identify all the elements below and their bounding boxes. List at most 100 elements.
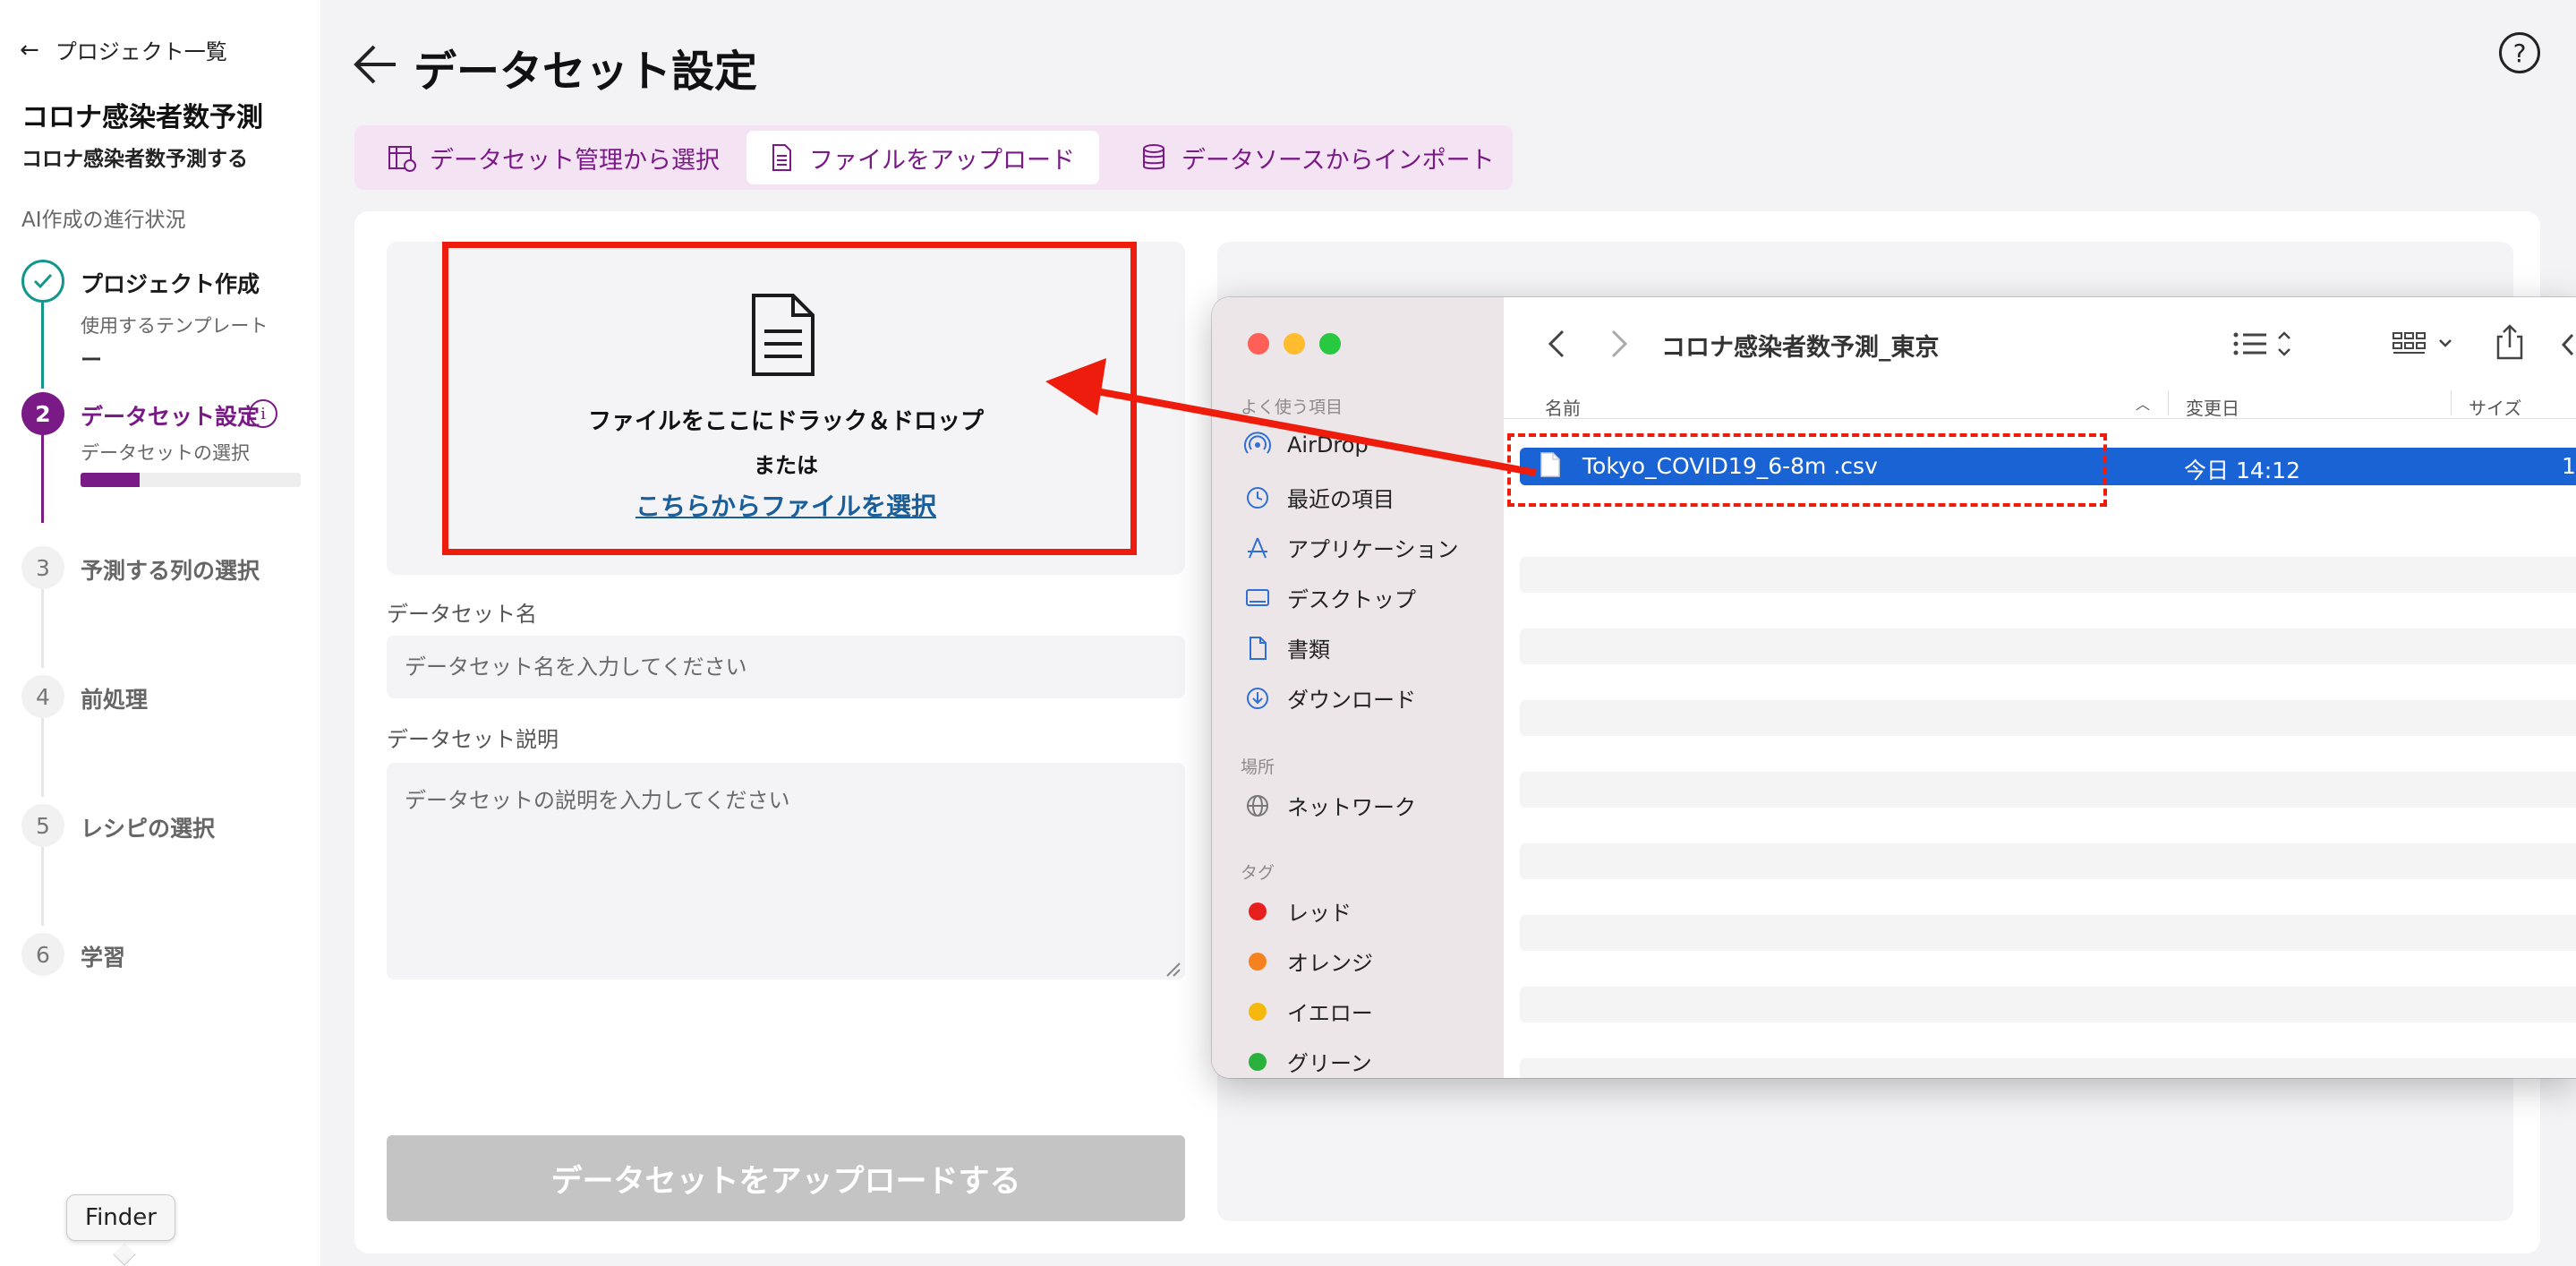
back-chevron-icon[interactable]: [1543, 328, 1570, 360]
sidebar-item-desktop[interactable]: デスクトップ: [1244, 582, 1416, 613]
airdrop-icon: [1244, 432, 1271, 454]
step-number: 2: [21, 392, 64, 435]
step-number: 3: [21, 546, 64, 589]
forward-chevron-icon[interactable]: [1606, 328, 1633, 360]
download-icon: [1247, 687, 1268, 709]
yellow-tag-icon: [1249, 1002, 1267, 1021]
empty-row: [1520, 700, 2576, 736]
tags-section-label: タグ: [1241, 863, 1275, 883]
step-label: 学習: [81, 945, 126, 971]
step-connector: [41, 845, 44, 926]
empty-row: [1520, 915, 2576, 951]
minimize-window-button[interactable]: [1284, 333, 1305, 355]
sort-chevron-icon[interactable]: ︿: [2136, 392, 2150, 414]
sidebar-item-network[interactable]: ネットワーク: [1244, 790, 1416, 821]
step-progress-fill: [81, 473, 141, 487]
empty-row: [1520, 987, 2576, 1022]
step-label: 予測する列の選択: [81, 558, 260, 584]
template-value: ー: [81, 347, 102, 372]
dataset-name-label: データセット名: [387, 602, 537, 627]
sidebar-item-label: デスクトップ: [1287, 587, 1416, 612]
tab-label: データソースからインポート: [1181, 146, 1495, 175]
dataset-description-label: データセット説明: [387, 727, 559, 752]
upload-dataset-button[interactable]: データセットをアップロードする: [387, 1135, 1185, 1221]
list-view-icon[interactable]: [2232, 328, 2295, 360]
empty-row: [1520, 629, 2576, 664]
column-separator: [2168, 390, 2169, 415]
applications-icon: [1248, 537, 1267, 558]
empty-row: [1520, 1058, 2576, 1078]
column-name[interactable]: 名前: [1545, 394, 1581, 420]
info-icon[interactable]: i: [249, 399, 277, 428]
check-icon: [21, 260, 64, 303]
sidebar-item-label: AirDrop: [1287, 432, 1369, 458]
source-tabs: データセット管理から選択 ファイルをアップロード データソースからインポート: [354, 125, 1513, 190]
tab-datasource-import[interactable]: データソースからインポート: [1119, 131, 1514, 184]
zoom-window-button[interactable]: [1319, 333, 1341, 355]
sidebar-item-label: オレンジ: [1287, 951, 1373, 976]
project-title: コロナ感染者数予測: [21, 102, 263, 133]
dataset-name-input[interactable]: [387, 636, 1185, 698]
step-number: 5: [21, 804, 64, 847]
step-connector: [41, 716, 44, 797]
table-icon: [388, 146, 416, 172]
step-label: プロジェクト作成: [81, 271, 260, 297]
share-icon[interactable]: [2494, 322, 2526, 362]
column-modified[interactable]: 変更日: [2186, 394, 2239, 420]
clock-icon: [1247, 486, 1268, 509]
red-tag-icon: [1249, 902, 1267, 920]
finder-column-header: 名前 ︿ 変更日 サイズ: [1504, 387, 2576, 419]
file-size: 1: [2562, 453, 2576, 479]
step-connector: [41, 587, 44, 668]
step-label: レシピの選択: [81, 816, 216, 842]
column-size[interactable]: サイズ: [2469, 394, 2521, 420]
empty-row: [1520, 843, 2576, 879]
sidebar-item-label: グリーン: [1287, 1051, 1372, 1076]
annotation-dashed-box: [1507, 433, 2107, 507]
file-modified: 今日 14:12: [2184, 458, 2300, 483]
empty-row: [1520, 772, 2576, 808]
tab-label: ファイルをアップロード: [809, 146, 1075, 175]
close-window-button[interactable]: [1248, 333, 1269, 355]
step-connector: [41, 303, 44, 389]
sidebar: ← プロジェクト一覧 コロナ感染者数予測 コロナ感染者数予測する AI作成の進行…: [0, 0, 320, 1266]
arrow-left-icon: ←: [20, 36, 39, 64]
sidebar-item-airdrop[interactable]: AirDrop: [1244, 432, 1369, 458]
tab-label: データセット管理から選択: [430, 146, 720, 175]
database-icon: [1143, 144, 1164, 170]
step-sublabel: 使用するテンプレート: [81, 315, 269, 337]
dataset-description-input[interactable]: [387, 763, 1185, 979]
finder-tooltip: Finder: [66, 1194, 175, 1241]
sidebar-item-label: 最近の項目: [1287, 487, 1395, 512]
locations-section-label: 場所: [1241, 757, 1275, 777]
tab-file-upload[interactable]: ファイルをアップロード: [746, 131, 1099, 184]
tab-dataset-management[interactable]: データセット管理から選択: [367, 131, 739, 184]
sidebar-item-label: アプリケーション: [1287, 537, 1459, 562]
step-label: 前処理: [81, 687, 149, 713]
sidebar-item-label: ネットワーク: [1287, 795, 1416, 820]
resize-grip-icon[interactable]: [1165, 962, 1181, 978]
step-sublabel: データセットの選択: [81, 442, 250, 464]
sidebar-tag-red[interactable]: レッド: [1244, 895, 1352, 927]
more-chevron-icon[interactable]: [2558, 329, 2576, 360]
step-number: 4: [21, 675, 64, 718]
annotation-highlight-box: [442, 242, 1137, 555]
sidebar-tag-green[interactable]: グリーン: [1244, 1046, 1372, 1077]
sidebar-item-documents[interactable]: 書類: [1244, 632, 1330, 663]
sidebar-item-downloads[interactable]: ダウンロード: [1244, 682, 1416, 714]
sidebar-item-label: イエロー: [1287, 1001, 1373, 1026]
orange-tag-icon: [1249, 952, 1267, 971]
sidebar-tag-yellow[interactable]: イエロー: [1244, 996, 1373, 1027]
step-progress-bar: [81, 473, 301, 487]
finder-folder-title: コロナ感染者数予測_東京: [1661, 334, 1940, 362]
back-to-projects-link[interactable]: ← プロジェクト一覧: [20, 34, 227, 65]
back-to-projects-label: プロジェクト一覧: [55, 39, 227, 64]
finder-window[interactable]: よく使う項目 AirDrop 最近の項目 アプリケーション デスクトップ 書類 …: [1212, 297, 2576, 1078]
sidebar-item-applications[interactable]: アプリケーション: [1244, 532, 1459, 563]
sidebar-item-recents[interactable]: 最近の項目: [1244, 482, 1395, 513]
grid-view-icon[interactable]: [2392, 328, 2458, 360]
back-arrow-icon[interactable]: [351, 39, 401, 90]
sidebar-tag-orange[interactable]: オレンジ: [1244, 945, 1373, 977]
help-icon[interactable]: ?: [2499, 32, 2540, 73]
step-label: データセット設定: [81, 404, 260, 430]
